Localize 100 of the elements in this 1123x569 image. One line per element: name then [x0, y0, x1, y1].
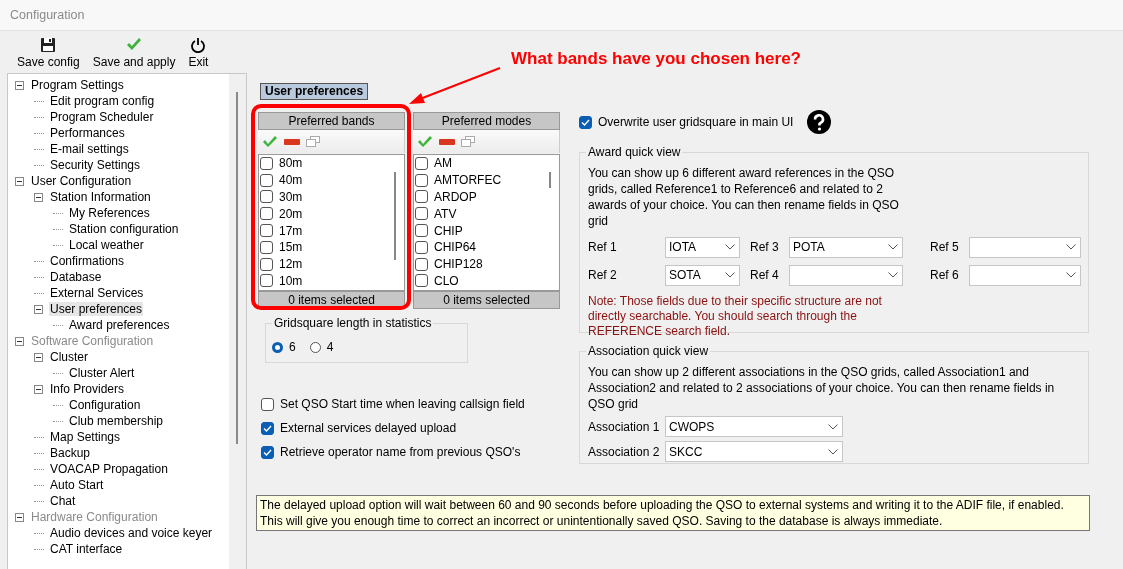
checkbox-label: Overwrite user gridsquare in main UI [598, 115, 794, 129]
windows-icon [461, 136, 475, 147]
checkbox-label: Retrieve operator name from previous QSO's [280, 445, 521, 459]
chevron-down-icon [725, 244, 735, 250]
chevron-down-icon [828, 423, 838, 430]
check-icon [417, 135, 433, 148]
check-all-button[interactable] [262, 135, 278, 148]
checkbox[interactable] [415, 274, 428, 288]
tree-item[interactable]: External Services [49, 286, 145, 300]
tree-item[interactable]: User Configuration [30, 174, 133, 188]
checkbox[interactable] [260, 156, 273, 170]
checkbox[interactable] [261, 397, 274, 411]
list-item: 40m [279, 173, 303, 188]
tree-item[interactable]: Performances [49, 126, 126, 140]
check-icon [263, 448, 272, 456]
check-icon [263, 424, 272, 432]
tree-item[interactable]: Award preferences [68, 318, 171, 332]
list-item: 17m [279, 223, 303, 238]
list-item: 10m [279, 273, 303, 288]
help-icon[interactable] [807, 110, 832, 134]
checkbox-label: External services delayed upload [280, 421, 457, 435]
field-label: Association 1 [588, 419, 661, 434]
tree-item[interactable]: User preferences [49, 302, 144, 316]
radio-option[interactable]: 6 [272, 340, 296, 354]
tree-item[interactable]: Local weather [68, 238, 145, 252]
clear-button[interactable] [439, 138, 455, 145]
windows-icon [306, 136, 320, 147]
tree-item[interactable]: My References [68, 206, 151, 220]
checkbox[interactable] [415, 156, 428, 170]
checkbox[interactable] [415, 190, 428, 204]
collapse-icon[interactable] [15, 176, 24, 186]
field-label: Ref 6 [930, 268, 960, 282]
tree-item[interactable]: Confirmations [49, 254, 126, 268]
tree-item[interactable]: Station configuration [68, 222, 180, 236]
chevron-down-icon [1066, 244, 1076, 250]
section-title: User preferences [260, 83, 369, 100]
chevron-down-icon [1066, 272, 1076, 278]
power-icon [190, 37, 207, 53]
checkbox[interactable] [415, 240, 428, 254]
tree-item[interactable]: Program Scheduler [49, 110, 155, 124]
collapse-icon[interactable] [34, 192, 43, 202]
checkbox[interactable] [260, 240, 273, 254]
checkbox[interactable] [260, 207, 273, 221]
dropdown[interactable]: SOTA [665, 264, 740, 286]
field-label: Ref 1 [588, 240, 618, 254]
check-all-button[interactable] [417, 135, 433, 148]
tree-item[interactable]: E-mail settings [49, 142, 130, 156]
dropdown[interactable]: CWOPS [665, 416, 843, 437]
chevron-down-icon [888, 272, 898, 278]
save-and-apply-button[interactable]: Save and apply [90, 37, 178, 69]
collapse-icon[interactable] [15, 80, 24, 90]
checkbox[interactable] [415, 257, 428, 271]
radio-option[interactable]: 4 [309, 340, 334, 354]
checkbox[interactable] [261, 421, 274, 435]
window-title: Configuration [10, 8, 85, 22]
list-item: 15m [279, 240, 303, 255]
dropdown[interactable]: IOTA [665, 236, 740, 258]
clear-button[interactable] [284, 138, 300, 145]
group-title: Gridsquare length in statistics [272, 316, 434, 330]
check-icon [581, 118, 590, 126]
list-item: ARDOP [434, 190, 477, 204]
group-title: Association quick view [586, 344, 711, 358]
description: You can show up 2 different associations in the QSO grids, called Association1 and Association2 and related to 2 associations of your choice. You can then rename fields in QSO grid [588, 364, 1056, 412]
checkbox[interactable] [260, 274, 273, 288]
checkbox[interactable] [415, 173, 428, 187]
dropdown[interactable]: SKCC [665, 441, 843, 462]
tree-item[interactable]: Database [49, 270, 103, 284]
checkbox[interactable] [579, 115, 592, 129]
tree-item[interactable]: Edit program config [49, 94, 156, 108]
checkbox-label: Set QSO Start time when leaving callsign field [280, 397, 525, 411]
checkbox[interactable] [261, 445, 274, 459]
collapse-icon[interactable] [34, 304, 43, 314]
list-item: CLO [434, 273, 459, 288]
list-item: 80m [279, 156, 303, 171]
tree-item[interactable]: Program Settings [30, 78, 125, 92]
info-text: The delayed upload option will wait between 60 and 90 seconds before uploading the QSO to external systems and writing it to the ADIF file, if enabled. This will give you enough time to correct an incorrect or unintentionally saved QSO. Saving to the database is always immediate. [256, 495, 1090, 531]
list-item: CHIP64 [434, 240, 477, 255]
checkbox[interactable] [260, 224, 273, 238]
checkbox[interactable] [260, 173, 273, 187]
save-button[interactable]: Save config [15, 37, 82, 69]
tree-item[interactable]: Security Settings [49, 158, 142, 172]
dropdown[interactable]: POTA [789, 236, 903, 258]
field-label: Ref 5 [930, 240, 960, 254]
checkbox[interactable] [415, 224, 428, 238]
checkbox[interactable] [415, 207, 428, 221]
list-header: Preferred modes [413, 112, 560, 130]
field-label: Association 2 [588, 444, 661, 459]
list-item: AM [434, 156, 452, 171]
list-item: 30m [279, 190, 303, 204]
scrollbar[interactable] [229, 74, 246, 569]
list-item: 20m [279, 206, 303, 221]
exit-button[interactable]: Exit [186, 37, 211, 69]
list-item: ATV [434, 206, 457, 221]
checkbox[interactable] [260, 190, 273, 204]
annotation-text: What bands have you chosen here? [511, 49, 801, 69]
field-label: Ref 2 [588, 268, 618, 282]
tree-item[interactable]: Station Information [49, 190, 152, 204]
minus-icon [284, 138, 300, 145]
list-item: CHIP [434, 223, 463, 238]
checkbox[interactable] [260, 257, 273, 271]
